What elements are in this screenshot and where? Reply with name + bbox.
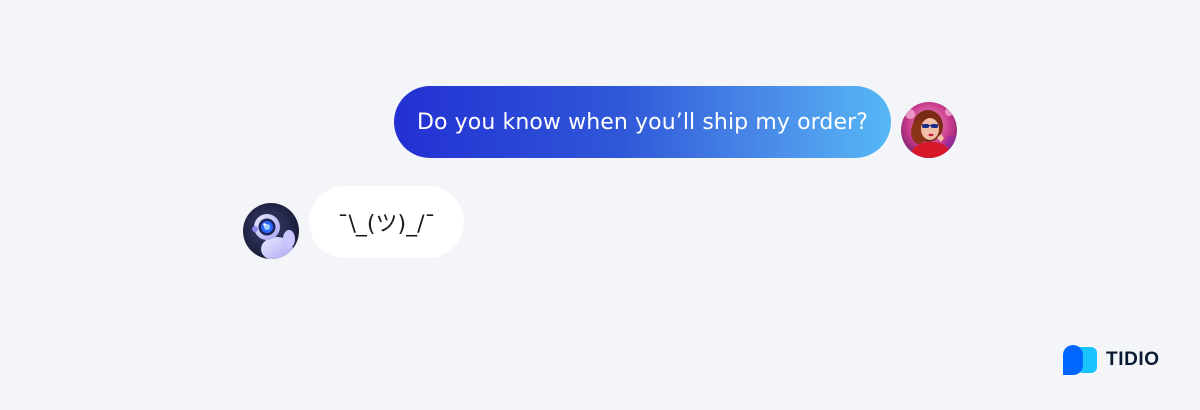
robot-icon [243,203,299,259]
tidio-logo-icon [1063,345,1097,375]
user-avatar [901,102,957,158]
brand-logo[interactable]: TIDIO [1062,343,1160,377]
robot-avatar [243,203,299,259]
brand-name: TIDIO [1106,349,1160,370]
user-message-bubble: Do you know when you’ll ship my order? [394,86,891,158]
user-avatar-image [901,102,957,158]
bot-message-bubble: ¯\_(ツ)_/¯ [309,186,464,258]
